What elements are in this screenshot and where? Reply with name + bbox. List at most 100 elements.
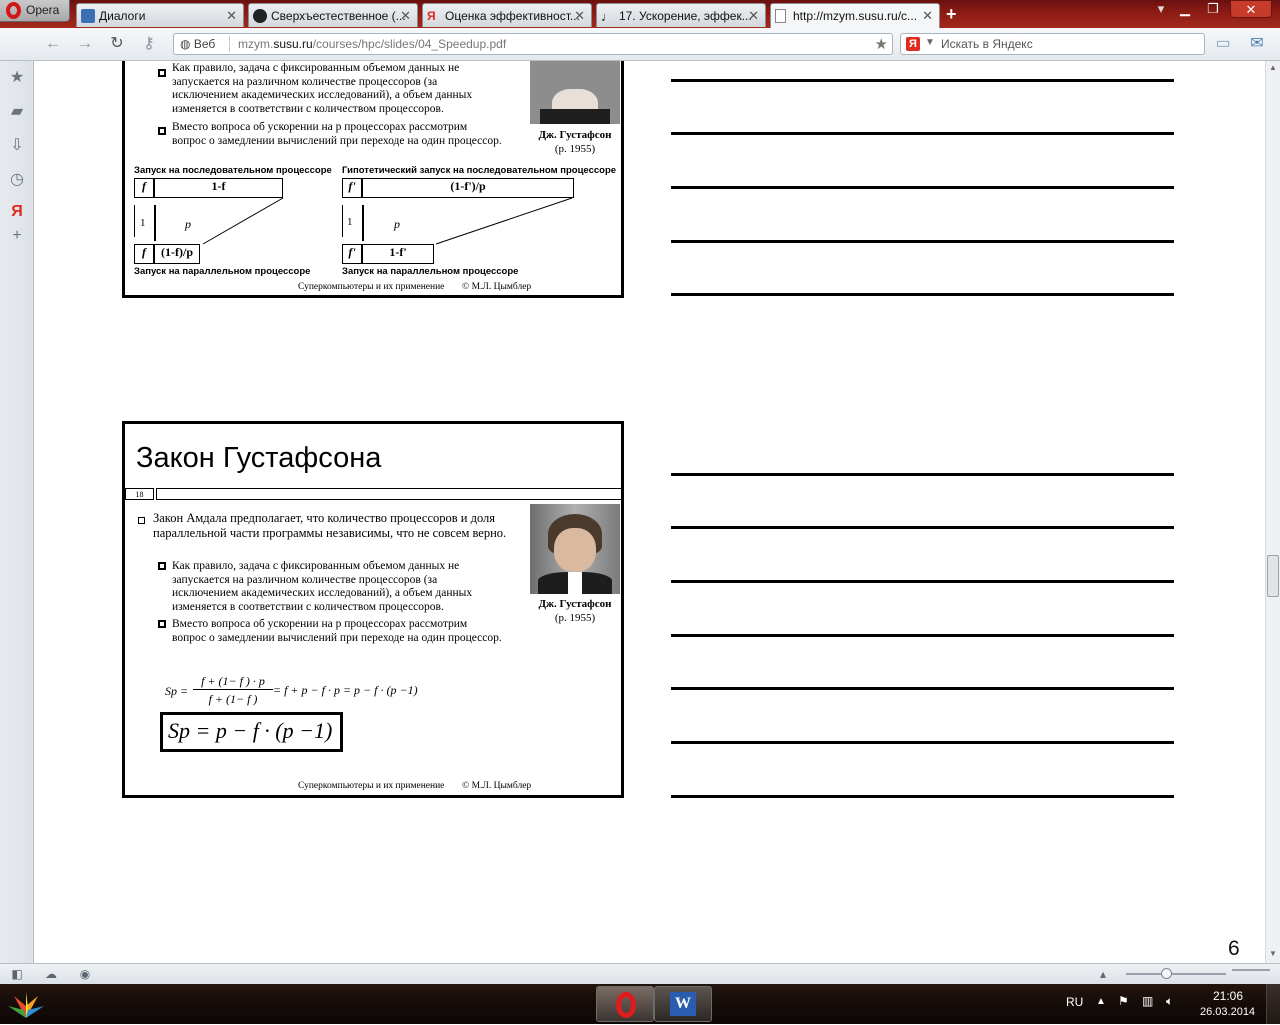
tab-efficiency[interactable]: Я Оценка эффективност... ✕ (422, 3, 592, 27)
status-bar: ◧ ☁ ◉ ▴ (0, 963, 1280, 984)
bookmark-star-icon[interactable]: ★ (875, 35, 888, 53)
zoom-slider[interactable] (1126, 973, 1226, 975)
scroll-down-icon[interactable]: ▼ (1269, 949, 1277, 958)
tab-label: Сверхъестественное (... (271, 9, 406, 23)
diagram-label-parallel-right: Запуск на параллельном процессоре (342, 266, 519, 277)
formula-lhs: Sp = (165, 684, 189, 698)
slide-bullet-1: Закон Амдала предполагает, что количеств… (153, 511, 507, 540)
show-desktop-button[interactable] (1266, 984, 1280, 1024)
slide-top-bullet-2b: Вместо вопроса об ускорении на p процесс… (172, 121, 502, 147)
cloud-icon[interactable]: ☁ (44, 967, 58, 981)
box-f-prime-parallel: f' (342, 244, 362, 264)
slide-top: Как правило, задача с фиксированным объе… (122, 61, 624, 298)
pdf-viewport[interactable]: Как правило, задача с фиксированным объе… (35, 61, 1265, 963)
box-f-parallel: f (134, 244, 154, 264)
close-icon[interactable]: ✕ (400, 8, 411, 24)
add-icon[interactable]: + (7, 227, 27, 247)
close-window-button[interactable]: ✕ (1230, 0, 1272, 18)
minimize-button[interactable]: ▁ (1172, 0, 1198, 18)
language-indicator[interactable]: RU (1066, 995, 1083, 1009)
note-line (671, 186, 1174, 189)
zoom-slider-handle[interactable] (1161, 968, 1172, 979)
search-placeholder: Искать в Яндекс (941, 37, 1033, 51)
web-label: ◍ Веб (180, 37, 215, 51)
history-icon[interactable]: ◷ (7, 169, 27, 189)
note-line (671, 79, 1174, 82)
divider (134, 205, 135, 237)
photo-caption-year: (р. 1955) (554, 612, 596, 624)
arrow-up-icon[interactable]: ▴ (1096, 967, 1110, 981)
slide-bullet-2a: Как правило, задача с фиксированным объе… (172, 560, 473, 613)
note-line (671, 795, 1174, 798)
tab-dialogs[interactable]: Диалоги ✕ (76, 3, 244, 27)
tab-pdf-active[interactable]: http://mzym.susu.ru/c... ✕ (770, 3, 940, 28)
web-prefix: Веб (193, 37, 216, 51)
formula-boxed: Sp = p − f · (p −1) (160, 712, 343, 752)
taskbar: W RU ▲ ⚑ ▥ 🔈︎ 21:06 26.03.2014 (0, 984, 1280, 1024)
label-p: p (394, 217, 400, 231)
tray-expand-icon[interactable]: ▲ (1096, 996, 1106, 1007)
close-icon[interactable]: ✕ (574, 8, 585, 24)
slide-bullet-2b: Вместо вопроса об ускорении на p процесс… (172, 618, 502, 644)
tab-supernatural[interactable]: Сверхъестественное (... ✕ (248, 3, 418, 27)
clock-time[interactable]: 21:06 (1213, 989, 1243, 1003)
yandex-icon: Я (427, 9, 436, 23)
note-line (671, 293, 1174, 296)
slide-footer-course: Суперкомпьютеры и их применение (298, 781, 445, 791)
opera-menu-button[interactable]: Opera (0, 0, 70, 22)
url-text[interactable]: mzym.susu.ru/courses/hpc/slides/04_Speed… (238, 37, 506, 51)
tab-speedup[interactable]: ♩ 17. Ускорение, эффек... ✕ (596, 3, 766, 27)
reload-icon[interactable]: ↻ (106, 34, 128, 54)
label-1: 1 (140, 217, 146, 229)
address-bar[interactable]: ◍ Веб mzym.susu.ru/courses/hpc/slides/04… (173, 33, 893, 55)
word-icon: W (670, 992, 696, 1016)
bullet-icon (158, 620, 166, 628)
bullet-icon (158, 562, 166, 570)
mail-icon[interactable]: ✉ (1246, 34, 1268, 54)
gustafson-photo (530, 61, 620, 124)
scroll-up-icon[interactable]: ▲ (1269, 63, 1277, 72)
close-icon[interactable]: ✕ (922, 8, 933, 24)
panel-toggle-icon[interactable]: ◧ (10, 967, 24, 981)
taskbar-word-button[interactable]: W (654, 986, 712, 1022)
tab-label: http://mzym.susu.ru/c... (793, 9, 918, 23)
page-number: 6 (1228, 937, 1240, 960)
slide-footer-course: Суперкомпьютеры и их применение (298, 282, 445, 292)
close-icon[interactable]: ✕ (748, 8, 759, 24)
url-path: /courses/hpc/slides/04_Speedup.pdf (312, 37, 507, 51)
note-line (671, 526, 1174, 529)
maximize-button[interactable]: ❐ (1200, 0, 1226, 18)
notes-icon[interactable]: ▰ (7, 101, 27, 121)
key-icon[interactable]: ⚷ (138, 34, 160, 54)
new-tab-button[interactable]: + (946, 4, 957, 25)
yandex-icon: Я (906, 37, 920, 51)
sidebar: ★ ▰ ⇩ ◷ Я + (0, 61, 34, 963)
url-host: susu.ru (273, 37, 313, 51)
speedometer-icon[interactable]: ◉ (78, 967, 92, 981)
vertical-scrollbar[interactable]: ▲ ▼ (1265, 61, 1280, 963)
scrollbar-thumb[interactable] (1267, 555, 1279, 597)
document-icon[interactable]: ▭ (1212, 34, 1234, 54)
network-icon[interactable]: ▥ (1142, 994, 1153, 1008)
note-line (671, 132, 1174, 135)
start-orb-icon[interactable] (4, 988, 48, 1022)
close-icon[interactable]: ✕ (226, 8, 237, 24)
back-arrow-icon[interactable]: ← (42, 34, 64, 54)
forward-arrow-icon[interactable]: → (74, 34, 96, 54)
flag-icon[interactable]: ⚑ (1118, 994, 1129, 1008)
search-field[interactable]: Я ▼ Искать в Яндекс (900, 33, 1205, 55)
note-line (671, 741, 1174, 744)
divider (342, 205, 343, 237)
star-icon[interactable]: ★ (7, 67, 27, 87)
yandex-icon[interactable]: Я (7, 203, 27, 223)
volume-icon[interactable]: 🔈︎ (1166, 994, 1173, 1009)
title-bar: Opera Диалоги ✕ Сверхъестественное (... … (0, 0, 1280, 28)
projection-line (435, 197, 573, 245)
page-icon (775, 9, 786, 23)
tab-menu-icon[interactable]: ▾ (1148, 0, 1174, 18)
chevron-down-icon[interactable]: ▼ (925, 37, 935, 48)
taskbar-opera-button[interactable] (596, 986, 654, 1022)
divider (362, 205, 364, 241)
download-icon[interactable]: ⇩ (7, 135, 27, 155)
clock-date[interactable]: 26.03.2014 (1200, 1006, 1255, 1018)
